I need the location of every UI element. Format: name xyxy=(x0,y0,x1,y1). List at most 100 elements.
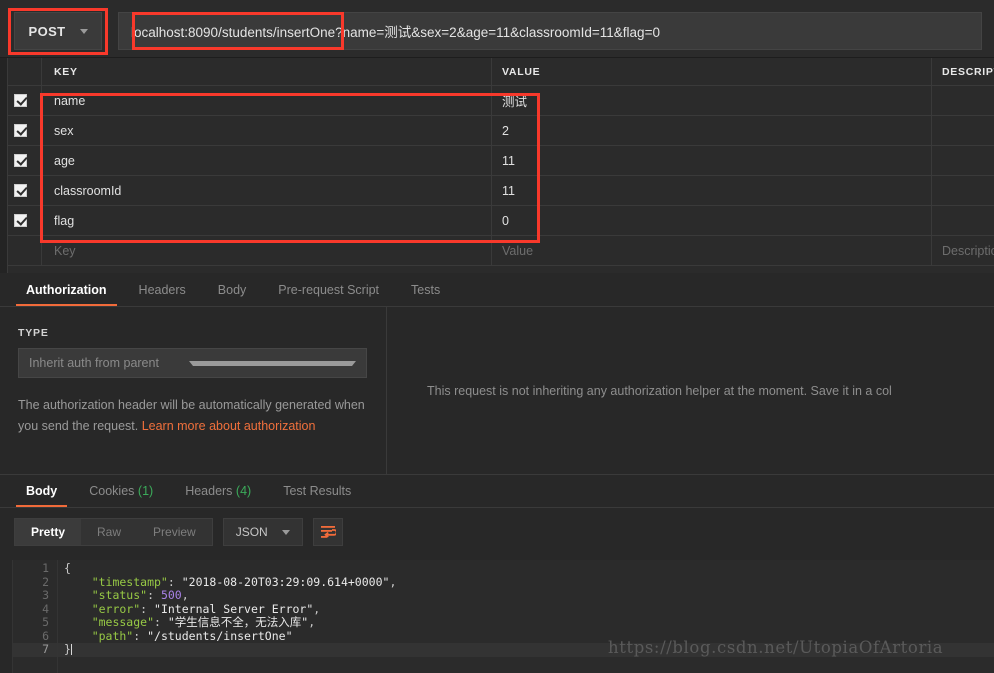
code-token-str: "2018-08-20T03:29:09.614+0000" xyxy=(181,574,390,589)
code-token-pun: } xyxy=(64,642,71,656)
watermark-text: https://blog.csdn.net/UtopiaOfArtoria xyxy=(608,638,944,657)
auth-left-column: TYPE Inherit auth from parent The author… xyxy=(0,307,387,474)
text-cursor xyxy=(70,644,72,655)
new-param-description-input[interactable]: Description xyxy=(932,236,994,265)
response-tab-headers-count: (4) xyxy=(235,484,252,498)
param-description[interactable] xyxy=(932,116,994,145)
auth-inherit-message: This request is not inheriting any autho… xyxy=(427,383,892,398)
response-tab-cookies-label: Cookies xyxy=(89,484,135,498)
response-tab-test-results[interactable]: Test Results xyxy=(267,484,367,507)
line-number: 3 xyxy=(42,588,49,602)
params-table: KEY VALUE DESCRIPTION name 测试 sex 2 age … xyxy=(0,58,994,273)
code-token-pun: , xyxy=(308,615,316,629)
code-token-str: "Internal Server Error" xyxy=(154,601,314,616)
param-key[interactable]: flag xyxy=(42,206,492,235)
request-url-bar: POST localhost:8090/students/insertOne?n… xyxy=(0,0,994,58)
code-token-pun: : xyxy=(140,601,155,616)
column-header-value: VALUE xyxy=(492,58,932,85)
param-value[interactable]: 11 xyxy=(492,176,932,205)
code-line: "timestamp": "2018-08-20T03:29:09.614+00… xyxy=(58,574,994,590)
param-value[interactable]: 0 xyxy=(492,206,932,235)
param-key[interactable]: age xyxy=(42,146,492,175)
table-row[interactable]: flag 0 xyxy=(0,206,994,236)
tab-pre-request-script[interactable]: Pre-request Script xyxy=(262,283,395,306)
url-input[interactable]: localhost:8090/students/insertOne?name=测… xyxy=(118,12,982,50)
code-token-pun: : xyxy=(167,574,182,589)
table-row[interactable]: name 测试 xyxy=(0,86,994,116)
table-row[interactable]: sex 2 xyxy=(0,116,994,146)
param-value[interactable]: 11 xyxy=(492,146,932,175)
authorization-panel: TYPE Inherit auth from parent The author… xyxy=(0,307,994,474)
tab-authorization[interactable]: Authorization xyxy=(10,283,123,306)
response-tabs: Body Cookies (1) Headers (4) Test Result… xyxy=(0,474,994,508)
code-token-key: "message" xyxy=(64,615,155,629)
view-mode-preview[interactable]: Preview xyxy=(137,519,212,545)
auth-type-select[interactable]: Inherit auth from parent xyxy=(18,348,367,378)
code-token-pun: : xyxy=(133,628,148,643)
code-token-pun: : xyxy=(154,615,168,629)
code-token-pun: { xyxy=(64,561,71,575)
http-method-dropdown[interactable]: POST xyxy=(14,12,102,50)
auth-type-label: TYPE xyxy=(18,327,49,339)
http-method-label: POST xyxy=(28,23,66,39)
chevron-down-icon xyxy=(281,529,290,535)
line-number: 6 xyxy=(42,628,49,643)
param-enabled-checkbox[interactable] xyxy=(14,94,27,107)
params-table-header-row: KEY VALUE DESCRIPTION xyxy=(0,58,994,86)
line-number-gutter: 1 2 3 4 5 6 7 xyxy=(13,560,57,673)
param-value[interactable]: 测试 xyxy=(492,86,932,115)
param-value[interactable]: 2 xyxy=(492,116,932,145)
line-number: 2 xyxy=(42,574,49,589)
auth-learn-more-link[interactable]: Learn more about authorization xyxy=(142,419,316,433)
param-enabled-checkbox[interactable] xyxy=(14,184,27,197)
view-mode-raw[interactable]: Raw xyxy=(81,519,137,545)
tab-tests[interactable]: Tests xyxy=(395,283,456,306)
code-token-key: "timestamp" xyxy=(64,574,168,589)
column-header-description: DESCRIPTION xyxy=(942,65,994,78)
param-description[interactable] xyxy=(932,176,994,205)
param-description[interactable] xyxy=(932,146,994,175)
param-key[interactable]: classroomId xyxy=(42,176,492,205)
tab-headers[interactable]: Headers xyxy=(123,283,202,306)
tab-body[interactable]: Body xyxy=(202,283,263,306)
new-param-value-input[interactable]: Value xyxy=(492,236,932,265)
param-enabled-checkbox[interactable] xyxy=(14,214,27,227)
code-token-pun: , xyxy=(313,601,321,616)
table-row[interactable]: age 11 xyxy=(0,146,994,176)
param-description[interactable] xyxy=(932,86,994,115)
line-number: 7 xyxy=(13,642,57,657)
table-row[interactable]: classroomId 11 xyxy=(0,176,994,206)
line-number: 1 xyxy=(42,561,49,575)
auth-help-text: The authorization header will be automat… xyxy=(18,395,367,437)
column-header-key: KEY xyxy=(42,58,492,85)
code-line: { xyxy=(58,561,994,576)
param-enabled-checkbox[interactable] xyxy=(14,154,27,167)
language-select[interactable]: JSON xyxy=(222,518,303,546)
response-tab-cookies-count: (1) xyxy=(137,484,154,498)
code-line: "status": 500, xyxy=(58,588,994,603)
language-select-value: JSON xyxy=(235,525,268,539)
param-key[interactable]: sex xyxy=(42,116,492,145)
param-enabled-checkbox[interactable] xyxy=(14,124,27,137)
response-tab-cookies[interactable]: Cookies (1) xyxy=(73,484,169,507)
response-tab-test-results-label: Test Results xyxy=(283,484,352,498)
auth-type-selected-value: Inherit auth from parent xyxy=(29,356,159,370)
new-param-row[interactable]: Key Value Description xyxy=(0,236,994,266)
param-description[interactable] xyxy=(932,206,994,235)
request-tabs: Authorization Headers Body Pre-request S… xyxy=(0,273,994,307)
response-format-toolbar: Pretty Raw Preview JSON xyxy=(0,508,994,556)
word-wrap-toggle[interactable] xyxy=(312,518,343,546)
response-tab-body[interactable]: Body xyxy=(10,484,73,507)
code-token-pun: , xyxy=(181,588,189,602)
code-token-str: "/students/insertOne" xyxy=(147,628,293,643)
view-mode-segmented-control: Pretty Raw Preview xyxy=(14,518,213,546)
new-param-key-input[interactable]: Key xyxy=(42,236,492,265)
code-token-key: "status" xyxy=(64,588,148,602)
code-token-pun: , xyxy=(389,574,397,589)
param-key[interactable]: name xyxy=(42,86,492,115)
view-mode-pretty[interactable]: Pretty xyxy=(15,519,82,545)
chevron-down-icon xyxy=(188,360,356,366)
line-number: 5 xyxy=(42,615,49,629)
response-tab-headers[interactable]: Headers (4) xyxy=(169,484,267,507)
chevron-down-icon xyxy=(79,28,88,34)
